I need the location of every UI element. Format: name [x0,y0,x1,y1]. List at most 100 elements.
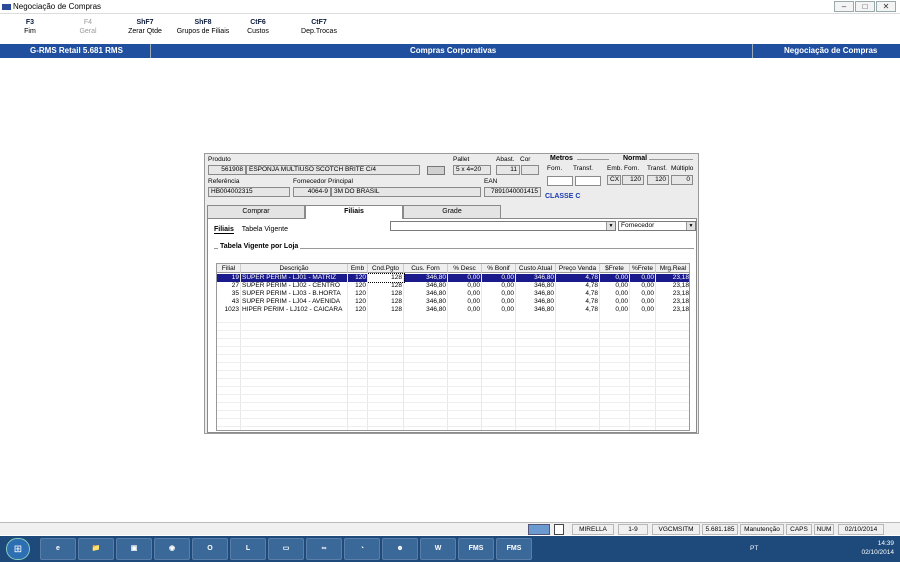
metros-forn-field[interactable] [547,176,573,186]
table-cell[interactable]: 0,00 [482,274,516,282]
table-cell[interactable]: 0,00 [600,282,630,290]
language-indicator[interactable]: PT [750,545,758,552]
table-cell[interactable]: 120 [348,282,368,290]
table-cell[interactable]: 120 [348,290,368,298]
table-cell[interactable]: 0,00 [482,306,516,314]
col-cus-forn[interactable]: Cus. Forn [404,264,448,273]
produto-code-field[interactable]: 561908 [208,165,246,175]
table-cell[interactable]: 0,00 [482,298,516,306]
paint-icon[interactable]: ◔ [344,538,380,560]
metros-transf-field[interactable] [575,176,601,186]
col-bonif[interactable]: % Bonif [482,264,516,273]
col-descricao[interactable]: Descrição [241,264,348,273]
table-cell[interactable]: 23,18 [656,298,689,306]
table-cell[interactable]: 346,80 [404,282,448,290]
tab-grade[interactable]: Grade [403,205,501,218]
table-cell[interactable]: 4,78 [556,274,600,282]
sort-dropdown[interactable]: Fornecedor ▼ [618,221,696,231]
table-cell[interactable]: 4,78 [556,290,600,298]
clock[interactable]: 14:39 02/10/2014 [861,539,894,557]
table-cell[interactable]: SUPER PERIM - LJ01 - MATRIZ [241,274,348,282]
table-cell[interactable]: 0,00 [482,290,516,298]
folder-icon[interactable]: ▭ [268,538,304,560]
table-cell[interactable]: SUPER PERIM - LJ03 - B.HORTA [241,290,348,298]
table-cell[interactable]: 23,18 [656,282,689,290]
table-cell[interactable]: 0,00 [630,274,656,282]
col-mrg-real[interactable]: Mrg.Real [656,264,689,273]
table-cell[interactable]: 0,00 [630,290,656,298]
tab-comprar[interactable]: Comprar [207,205,305,218]
table-cell[interactable]: 346,80 [404,298,448,306]
maximize-button[interactable]: □ [855,1,875,12]
table-cell[interactable]: SUPER PERIM - LJ04 - AVENIDA [241,298,348,306]
fkey-grupos-filiais[interactable]: ShF8 Grupos de Filiais [174,19,232,35]
fkey-custos[interactable]: CtF6 Custos [244,19,272,35]
table-row[interactable]: 1023 HIPER PERIM - LJ102 - CAICARA 120 128 3… [217,306,689,314]
table-cell[interactable]: 0,00 [600,306,630,314]
table-cell[interactable]: 0,00 [630,282,656,290]
table-cell[interactable]: 128 [368,298,404,306]
table-cell[interactable]: 120 [348,298,368,306]
tabela-vigente-grid[interactable]: Filial Descrição Emb Cnd.Pgto Cus. Forn … [216,263,690,431]
col-preco-venda[interactable]: Preço Venda [556,264,600,273]
fkey-zerar-qtde[interactable]: ShF7 Zerar Qtde [124,19,166,35]
table-cell[interactable]: 27 [217,282,241,290]
table-cell[interactable]: SUPER PERIM - LJ02 - CENTRO [241,282,348,290]
table-cell[interactable]: 346,80 [516,306,556,314]
col-custo-atual[interactable]: Custo Atual [516,264,556,273]
fms-icon-1[interactable]: FMS [458,538,494,560]
close-button[interactable]: ✕ [876,1,896,12]
col-pfrete[interactable]: %Frete [630,264,656,273]
col-emb[interactable]: Emb [348,264,368,273]
table-cell[interactable]: 346,80 [404,274,448,282]
user-icon[interactable]: ☻ [382,538,418,560]
lync-icon[interactable]: L [230,538,266,560]
fkey-fim[interactable]: F3 Fim [18,19,42,35]
table-cell[interactable]: 128 [368,306,404,314]
table-cell[interactable]: 346,80 [516,298,556,306]
table-cell[interactable]: 0,00 [630,298,656,306]
table-cell[interactable]: HIPER PERIM - LJ102 - CAICARA [241,306,348,314]
table-cell[interactable]: 0,00 [448,282,482,290]
table-cell[interactable]: 4,78 [556,282,600,290]
link-icon[interactable]: ∞ [306,538,342,560]
table-cell[interactable]: 23,18 [656,290,689,298]
table-cell[interactable]: 346,80 [516,290,556,298]
table-cell[interactable]: 0,00 [448,306,482,314]
ie-icon[interactable]: e [40,538,76,560]
table-cell[interactable]: 43 [217,298,241,306]
col-filial[interactable]: Filial [217,264,241,273]
start-button[interactable]: ⊞ [6,538,30,560]
table-cell[interactable]: 0,00 [600,274,630,282]
table-cell[interactable]: 0,00 [448,274,482,282]
chrome-icon[interactable]: ◉ [154,538,190,560]
table-cell[interactable]: 23,18 [656,306,689,314]
subtab-filiais[interactable]: Filiais [214,226,234,234]
table-cell[interactable]: 346,80 [404,290,448,298]
table-cell[interactable]: 128 [367,273,405,283]
table-cell[interactable]: 128 [368,282,404,290]
minimize-button[interactable]: – [834,1,854,12]
table-cell[interactable]: 346,80 [404,306,448,314]
table-cell[interactable]: 0,00 [448,298,482,306]
table-row[interactable]: 19 SUPER PERIM - LJ01 - MATRIZ 120 128 346,8… [217,273,689,283]
table-cell[interactable]: 4,78 [556,306,600,314]
table-cell[interactable]: 0,00 [600,298,630,306]
tab-filiais[interactable]: Filiais [305,205,403,219]
table-cell[interactable]: 19 [217,274,241,282]
col-cnd-pgto[interactable]: Cnd.Pgto [368,264,404,273]
col-sfrete[interactable]: $Frete [600,264,630,273]
table-cell[interactable]: 0,00 [448,290,482,298]
table-cell[interactable]: 23,18 [656,274,689,282]
table-cell[interactable]: 4,78 [556,298,600,306]
table-cell[interactable]: 346,80 [516,274,556,282]
table-row[interactable]: 35 SUPER PERIM - LJ03 - B.HORTA 120 128 346,… [217,290,689,298]
explorer-icon[interactable]: 📁 [78,538,114,560]
table-cell[interactable]: 120 [348,274,368,282]
table-row[interactable]: 27 SUPER PERIM - LJ02 - CENTRO 120 128 346,8… [217,282,689,290]
table-cell[interactable]: 120 [348,306,368,314]
table-cell[interactable]: 346,80 [516,282,556,290]
table-row[interactable]: 43 SUPER PERIM - LJ04 - AVENIDA 120 128 346,… [217,298,689,306]
camera-icon[interactable] [427,166,445,175]
app-window-icon[interactable]: ▣ [116,538,152,560]
